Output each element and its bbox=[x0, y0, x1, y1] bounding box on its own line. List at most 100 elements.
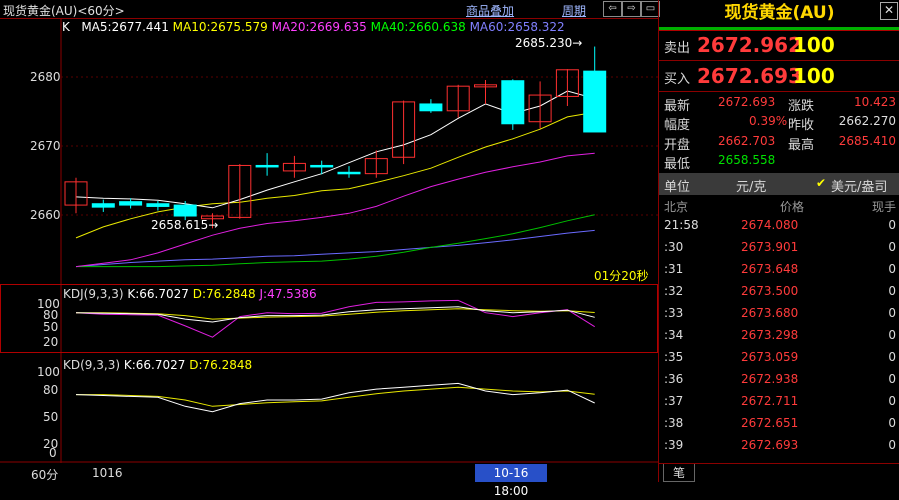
trade-time: :34 bbox=[664, 328, 684, 342]
stat-value-latest: 2672.693 bbox=[718, 95, 776, 109]
kd-axis-0: 0 bbox=[49, 446, 57, 460]
candle-body bbox=[255, 164, 279, 168]
trade-time: 21:58 bbox=[664, 218, 699, 232]
sell-price: 2672.962 bbox=[697, 33, 803, 57]
stat-value-range: 0.39% bbox=[749, 114, 788, 128]
period-label[interactable]: 60分 bbox=[31, 466, 58, 483]
buy-qty: 100 bbox=[793, 64, 835, 88]
ma40-label: MA40:2660.638 bbox=[370, 20, 466, 34]
high-value: 2685.230 bbox=[515, 36, 573, 50]
buy-divider bbox=[659, 91, 899, 92]
axis-label-2680: 2680 bbox=[30, 70, 61, 84]
trade-header: 北京 价格 现手 bbox=[664, 198, 896, 216]
trade-price: 2672.693 bbox=[741, 438, 799, 452]
trade-time: :30 bbox=[664, 240, 684, 254]
trade-price: 2673.648 bbox=[741, 262, 799, 276]
trade-row: :35 2673.059 0 bbox=[664, 350, 896, 372]
trade-time: :36 bbox=[664, 372, 684, 386]
kdj-d: D:76.2848 bbox=[192, 287, 256, 301]
low-value: 2658.615 bbox=[151, 218, 209, 232]
trade-row: 21:58 2674.080 0 bbox=[664, 218, 896, 240]
candle-body bbox=[310, 164, 334, 168]
unit-label: 单位 bbox=[664, 180, 691, 195]
kdj_j-line bbox=[75, 299, 595, 338]
trade-row: :37 2672.711 0 bbox=[664, 394, 896, 416]
stat-value-prevclose: 2662.270 bbox=[838, 114, 896, 128]
ma20-label: MA20:2669.635 bbox=[271, 20, 367, 34]
high-annotation: 2685.230→ bbox=[515, 36, 583, 50]
trade-price: 2674.080 bbox=[741, 218, 799, 232]
tab-ticks[interactable]: 笔 bbox=[663, 464, 695, 482]
sell-qty: 100 bbox=[793, 33, 835, 57]
stat-value-change: 10.423 bbox=[854, 95, 896, 109]
candles bbox=[64, 46, 607, 229]
trade-row: :33 2673.680 0 bbox=[664, 306, 896, 328]
kdj-axis-20: 20 bbox=[43, 335, 59, 349]
trade-qty: 0 bbox=[888, 328, 896, 342]
close-button[interactable]: ✕ bbox=[880, 2, 898, 20]
trade-qty: 0 bbox=[888, 240, 896, 254]
candle-body bbox=[173, 204, 197, 217]
trade-qty: 0 bbox=[888, 262, 896, 276]
unit-value: 元/克 bbox=[736, 180, 767, 195]
trade-header-qty: 现手 bbox=[871, 200, 896, 214]
checkmark-icon: ✔ bbox=[816, 176, 827, 190]
kdj-label: KDJ(9,3,3) bbox=[63, 287, 124, 301]
trade-row: :30 2673.901 0 bbox=[664, 240, 896, 262]
trade-time: :31 bbox=[664, 262, 684, 276]
sell-label: 卖出 bbox=[664, 41, 691, 56]
trade-qty: 0 bbox=[888, 218, 896, 232]
unit-option[interactable]: 美元/盎司 bbox=[831, 176, 887, 195]
trade-time: :37 bbox=[664, 394, 684, 408]
trade-time: :39 bbox=[664, 438, 684, 452]
trade-price: 2673.901 bbox=[741, 240, 799, 254]
trade-row: :32 2673.500 0 bbox=[664, 284, 896, 306]
candle-body bbox=[146, 203, 170, 207]
kdj-k: K:66.7027 bbox=[127, 287, 189, 301]
ma5-label: MA5:2677.441 bbox=[81, 20, 169, 34]
stat-label-latest: 最新 bbox=[664, 99, 691, 114]
candle-body bbox=[419, 103, 443, 112]
low-annotation: 2658.615→ bbox=[151, 218, 219, 232]
kdj-j: J:47.5386 bbox=[259, 287, 317, 301]
kd-lines bbox=[75, 382, 595, 413]
stat-label-range: 幅度 bbox=[664, 118, 691, 133]
stat-label-open: 开盘 bbox=[664, 138, 691, 153]
trade-qty: 0 bbox=[888, 394, 896, 408]
stat-label-low: 最低 bbox=[664, 157, 691, 172]
candle-body bbox=[337, 171, 361, 175]
kd-d: D:76.2848 bbox=[189, 358, 253, 372]
unit-bar: 单位 元/克 ✔ 美元/盎司 bbox=[659, 173, 899, 195]
stat-row: 幅度 0.39% 昨收 2662.270 bbox=[664, 114, 896, 133]
ma60-line bbox=[75, 229, 595, 268]
trade-qty: 0 bbox=[888, 372, 896, 386]
trade-qty: 0 bbox=[888, 306, 896, 320]
trade-qty: 0 bbox=[888, 416, 896, 430]
trade-row: :38 2672.651 0 bbox=[664, 416, 896, 438]
trade-row: :36 2672.938 0 bbox=[664, 372, 896, 394]
cursor-time: 10-16 18:00 bbox=[475, 464, 547, 498]
trade-time: :32 bbox=[664, 284, 684, 298]
trade-header-price: 价格 bbox=[780, 200, 805, 214]
trade-time: :38 bbox=[664, 416, 684, 430]
price-chart[interactable] bbox=[0, 0, 658, 482]
candle-body bbox=[91, 203, 115, 208]
kd-axis-80: 80 bbox=[43, 383, 59, 397]
stat-label-high: 最高 bbox=[788, 138, 815, 153]
kdj-legend: KDJ(9,3,3) K:66.7027 D:76.2848 J:47.5386 bbox=[63, 287, 317, 301]
candle-body bbox=[119, 201, 143, 206]
trade-row: :31 2673.648 0 bbox=[664, 262, 896, 284]
kd-kdj_k-line bbox=[75, 382, 595, 413]
sell-divider bbox=[659, 60, 899, 61]
trade-qty: 0 bbox=[888, 350, 896, 364]
kd-legend: KD(9,3,3) K:66.7027 D:76.2848 bbox=[63, 358, 252, 372]
trade-qty: 0 bbox=[888, 438, 896, 452]
trade-price: 2672.938 bbox=[741, 372, 799, 386]
date-label: 1016 bbox=[92, 466, 123, 480]
ma20-line bbox=[75, 152, 595, 268]
kd-label: KD(9,3,3) bbox=[63, 358, 121, 372]
trade-time: :35 bbox=[664, 350, 684, 364]
panel-title: 现货黄金(AU) bbox=[724, 3, 835, 23]
k-label: K bbox=[62, 20, 70, 34]
candle-body bbox=[583, 70, 607, 133]
